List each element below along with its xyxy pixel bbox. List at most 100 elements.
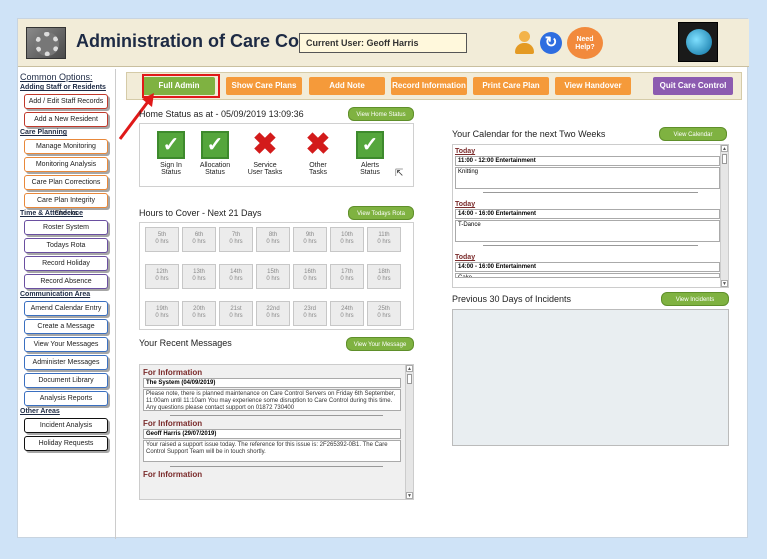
view-handover-button[interactable]: View Handover (555, 77, 631, 95)
message-from: Geoff Harris (29/07/2019) (143, 429, 401, 439)
day-hours: 0 hrs (377, 276, 391, 282)
view-incidents-button[interactable]: View Incidents (661, 292, 729, 306)
sidebar-item-manage-monitoring[interactable]: Manage Monitoring (24, 139, 108, 154)
day-hours: 0 hrs (192, 276, 206, 282)
status-label: Status (205, 169, 225, 176)
day-label: 17th (341, 269, 353, 275)
day-label: 22nd (266, 306, 280, 312)
day-label: 15th (267, 269, 279, 275)
scroll-up-icon[interactable]: ▲ (406, 365, 413, 372)
status-label: Tasks (309, 169, 327, 176)
day-label: 9th (305, 232, 315, 238)
day-hours: 0 hrs (155, 276, 169, 282)
divider (170, 415, 383, 416)
gear-icon (26, 27, 66, 59)
divider (170, 466, 383, 467)
day-hours: 0 hrs (266, 276, 280, 282)
view-calendar-button[interactable]: View Calendar (659, 127, 727, 141)
day-label: 19th (156, 306, 168, 312)
view-your-message-button[interactable]: View Your Message (346, 337, 414, 351)
view-home-status-button[interactable]: View Home Status (348, 107, 414, 121)
day-label: 12th (156, 269, 168, 275)
sidebar-item-roster-system[interactable]: Roster System (24, 220, 108, 235)
add-note-button[interactable]: Add Note (309, 77, 385, 95)
sidebar-item-record-absence[interactable]: Record Absence (24, 274, 108, 289)
sidebar-item-document-library[interactable]: Document Library (24, 373, 108, 388)
status-alerts: ✓ Alerts Status (345, 131, 395, 176)
sidebar-category: Adding Staff or Residents (20, 84, 106, 91)
show-care-plans-button[interactable]: Show Care Plans (226, 77, 302, 95)
calendar-scrollbar[interactable]: ▲ ▼ (720, 145, 728, 287)
sidebar-category: Care Planning (20, 129, 68, 136)
app-window: Administration of Care Control Current U… (17, 18, 749, 539)
day-label: 8th (268, 232, 278, 238)
sidebar-item-add-edit-staff[interactable]: Add / Edit Staff Records (24, 94, 108, 109)
refresh-icon[interactable]: ↻ (540, 32, 562, 54)
status-service-user-tasks: ✖ Service User Tasks (240, 130, 290, 177)
status-label: Sign In (160, 162, 182, 169)
day-cell: 21st 0 hrs (219, 301, 253, 326)
status-label: Allocation (199, 162, 231, 169)
help-label-1: Need (576, 36, 594, 43)
messages-scrollbar[interactable]: ▲ ▼ (405, 365, 413, 499)
status-label: Status (161, 169, 181, 176)
sidebar-item-view-messages[interactable]: View Your Messages (24, 337, 108, 352)
day-label: 7th (231, 232, 241, 238)
sidebar-item-record-holiday[interactable]: Record Holiday (24, 256, 108, 271)
sidebar-item-amend-calendar[interactable]: Amend Calendar Entry (24, 301, 108, 316)
hours-title: Hours to Cover - Next 21 Days (139, 208, 262, 218)
day-hours: 0 hrs (266, 313, 280, 319)
calendar-time: 14:00 - 16:00 Entertainment (455, 209, 720, 219)
sidebar-item-care-plan-corrections[interactable]: Care Plan Corrections (24, 175, 108, 190)
globe-icon[interactable] (678, 22, 718, 62)
day-hours: 0 hrs (303, 239, 317, 245)
status-allocation: ✓ Allocation Status (190, 131, 240, 176)
tick-icon: ✓ (157, 131, 185, 159)
print-care-plan-button[interactable]: Print Care Plan (473, 77, 549, 95)
day-cell: 24th 0 hrs (330, 301, 364, 326)
sidebar-item-todays-rota[interactable]: Todays Rota (24, 238, 108, 253)
header-bar: Administration of Care Control Current U… (18, 19, 749, 67)
day-label: 20th (193, 306, 205, 312)
day-cell: 17th 0 hrs (330, 264, 364, 289)
sidebar-item-analysis-reports[interactable]: Analysis Reports (24, 391, 108, 406)
tick-icon: ✓ (201, 131, 229, 159)
status-label: Service (253, 162, 277, 169)
sidebar-item-monitoring-analysis[interactable]: Monitoring Analysis (24, 157, 108, 172)
sidebar: Common Options: Adding Staff or Resident… (18, 69, 116, 539)
scroll-thumb[interactable] (722, 154, 727, 164)
scroll-down-icon[interactable]: ▼ (721, 280, 728, 287)
sidebar-item-create-message[interactable]: Create a Message (24, 319, 108, 334)
incidents-panel (452, 309, 729, 446)
sidebar-item-care-plan-integrity[interactable]: Care Plan Integrity Checks (24, 193, 108, 217)
day-label: 21st (230, 306, 242, 312)
tick-icon: ✓ (356, 131, 384, 159)
cursor-icon: ⇱ (395, 168, 404, 179)
view-todays-rota-button[interactable]: View Todays Rota (348, 206, 414, 220)
status-label: Other (309, 162, 327, 169)
scroll-up-icon[interactable]: ▲ (721, 145, 728, 152)
day-cell: 10th 0 hrs (330, 227, 364, 252)
day-hours: 0 hrs (192, 239, 206, 245)
user-icon[interactable] (513, 31, 535, 55)
calendar-time: 11:00 - 12:00 Entertainment (455, 156, 720, 166)
calendar-title: Your Calendar for the next Two Weeks (452, 129, 606, 139)
day-hours: 0 hrs (377, 239, 391, 245)
day-cell: 20th 0 hrs (182, 301, 216, 326)
help-button[interactable]: Need Help? (567, 27, 603, 59)
sidebar-category: Other Areas (20, 408, 60, 415)
sidebar-item-add-resident[interactable]: Add a New Resident (24, 112, 108, 127)
sidebar-item-holiday-requests[interactable]: Holiday Requests (24, 436, 108, 451)
cross-icon: ✖ (305, 128, 331, 161)
day-cell: 6th 0 hrs (182, 227, 216, 252)
day-cell: 5th 0 hrs (145, 227, 179, 252)
record-information-button[interactable]: Record Information (391, 77, 467, 95)
sidebar-item-administer-messages[interactable]: Administer Messages (24, 355, 108, 370)
quit-button[interactable]: Quit Care Control (653, 77, 733, 95)
sidebar-item-incident-analysis[interactable]: Incident Analysis (24, 418, 108, 433)
scroll-thumb[interactable] (407, 374, 412, 384)
day-cell: 11th 0 hrs (367, 227, 401, 252)
day-hours: 0 hrs (303, 313, 317, 319)
scroll-down-icon[interactable]: ▼ (406, 492, 413, 499)
divider (483, 192, 698, 193)
